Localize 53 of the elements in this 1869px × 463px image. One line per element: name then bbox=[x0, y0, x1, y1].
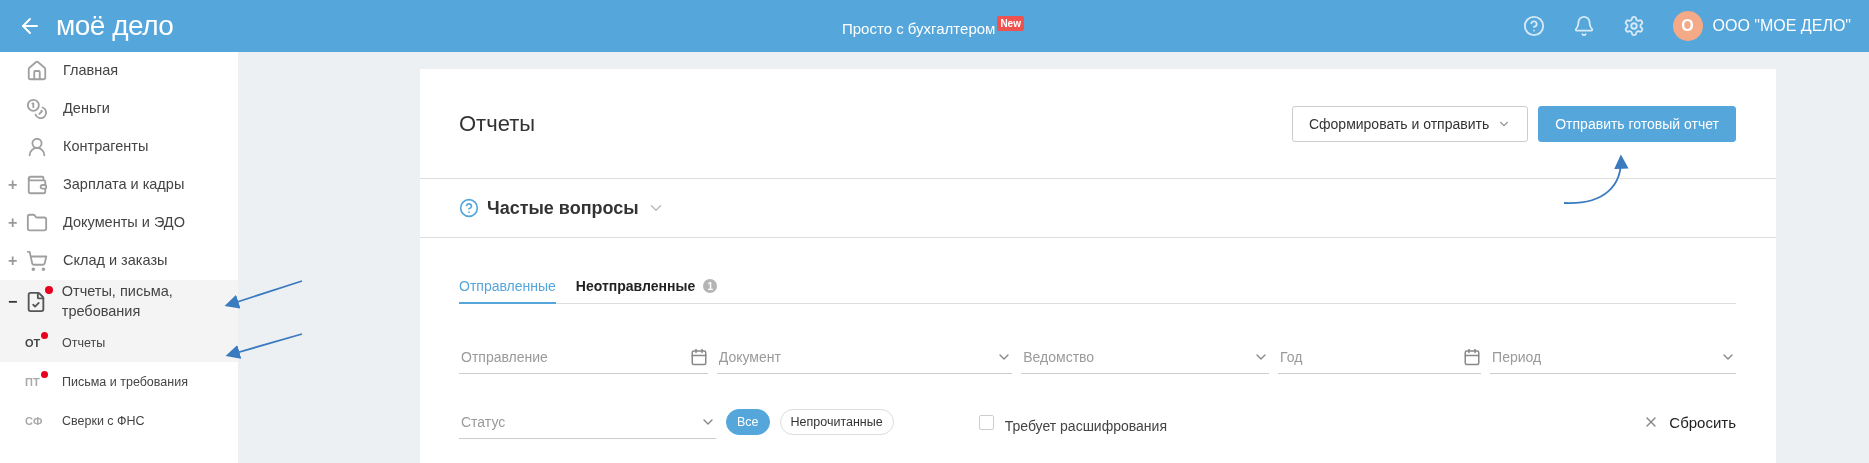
faq-toggle[interactable]: Частые вопросы bbox=[487, 197, 639, 219]
sidebar-item[interactable]: Главная bbox=[0, 52, 238, 90]
menu-label: Письма и требования bbox=[62, 374, 188, 389]
menu-label: Склад и заказы bbox=[63, 251, 168, 271]
sidebar-item[interactable]: Контрагенты bbox=[0, 128, 238, 166]
settings-icon[interactable] bbox=[1622, 15, 1645, 37]
cart-icon bbox=[26, 250, 48, 272]
date-field[interactable]: Год bbox=[1278, 347, 1464, 366]
sidebar-item[interactable]: + Склад и заказы bbox=[0, 242, 238, 280]
sidebar-subitem[interactable]: ОТ Отчеты bbox=[0, 323, 238, 363]
new-badge: New bbox=[997, 15, 1024, 31]
menu-label: Контрагенты bbox=[63, 137, 149, 157]
select-field[interactable]: Период bbox=[1490, 347, 1720, 366]
checkbox[interactable] bbox=[978, 414, 994, 430]
help-icon bbox=[459, 198, 479, 218]
calendar-icon[interactable] bbox=[1463, 347, 1482, 366]
folder-icon bbox=[26, 212, 48, 234]
menu-label: Зарплата и кадры bbox=[63, 175, 185, 195]
section-abbreviation: СФ bbox=[25, 414, 44, 427]
menu-label: Отчеты, письма, требования bbox=[61, 282, 174, 321]
section-abbreviation: ОТ bbox=[25, 336, 62, 349]
checkbox-label: Требует расшифрования bbox=[1004, 417, 1168, 434]
page-title: Отчеты bbox=[459, 110, 537, 137]
menu-label: Сверки с ФНС bbox=[62, 413, 145, 428]
expand-toggle[interactable]: − bbox=[8, 292, 18, 310]
menu-label: Документы и ЭДО bbox=[63, 213, 185, 233]
home-icon bbox=[26, 60, 48, 82]
tab[interactable]: Неотправленные 1 bbox=[575, 278, 718, 304]
reset-button[interactable]: Сбросить bbox=[1643, 413, 1736, 431]
sidebar-subitem[interactable]: СФ Сверки с ФНС bbox=[0, 401, 238, 441]
date-field[interactable]: Отправление bbox=[459, 347, 690, 366]
section-abbreviation: ПТ bbox=[25, 375, 62, 388]
sidebar-subitem[interactable]: ПТ Письма и требования bbox=[0, 362, 238, 402]
select-field[interactable]: Статус bbox=[459, 412, 700, 431]
create-send-button[interactable]: Сформировать и отправить bbox=[1291, 105, 1529, 142]
help-icon[interactable] bbox=[1522, 15, 1545, 37]
bell-icon[interactable] bbox=[1572, 15, 1595, 37]
sidebar-item[interactable]: Деньги bbox=[0, 90, 238, 128]
calendar-icon[interactable] bbox=[689, 347, 708, 366]
filter-toggle[interactable]: Непрочитанные bbox=[779, 409, 894, 435]
select-field[interactable]: Документ bbox=[716, 347, 997, 366]
wallet-icon bbox=[26, 174, 48, 196]
coins-icon bbox=[26, 98, 48, 120]
sidebar-item[interactable]: + Зарплата и кадры bbox=[0, 166, 238, 204]
sidebar-item[interactable]: − Отчеты, письма, требования bbox=[0, 280, 238, 324]
select-field[interactable]: Ведомство bbox=[1021, 347, 1254, 366]
count-badge: 1 bbox=[703, 279, 718, 293]
person-icon bbox=[26, 136, 48, 158]
annotation-arrow bbox=[1563, 154, 1628, 204]
menu-label: Главная bbox=[63, 61, 119, 81]
menu-label: Отчеты bbox=[62, 335, 106, 350]
sidebar-item[interactable]: + Документы и ЭДО bbox=[0, 204, 238, 242]
menu-label: Деньги bbox=[63, 99, 110, 119]
